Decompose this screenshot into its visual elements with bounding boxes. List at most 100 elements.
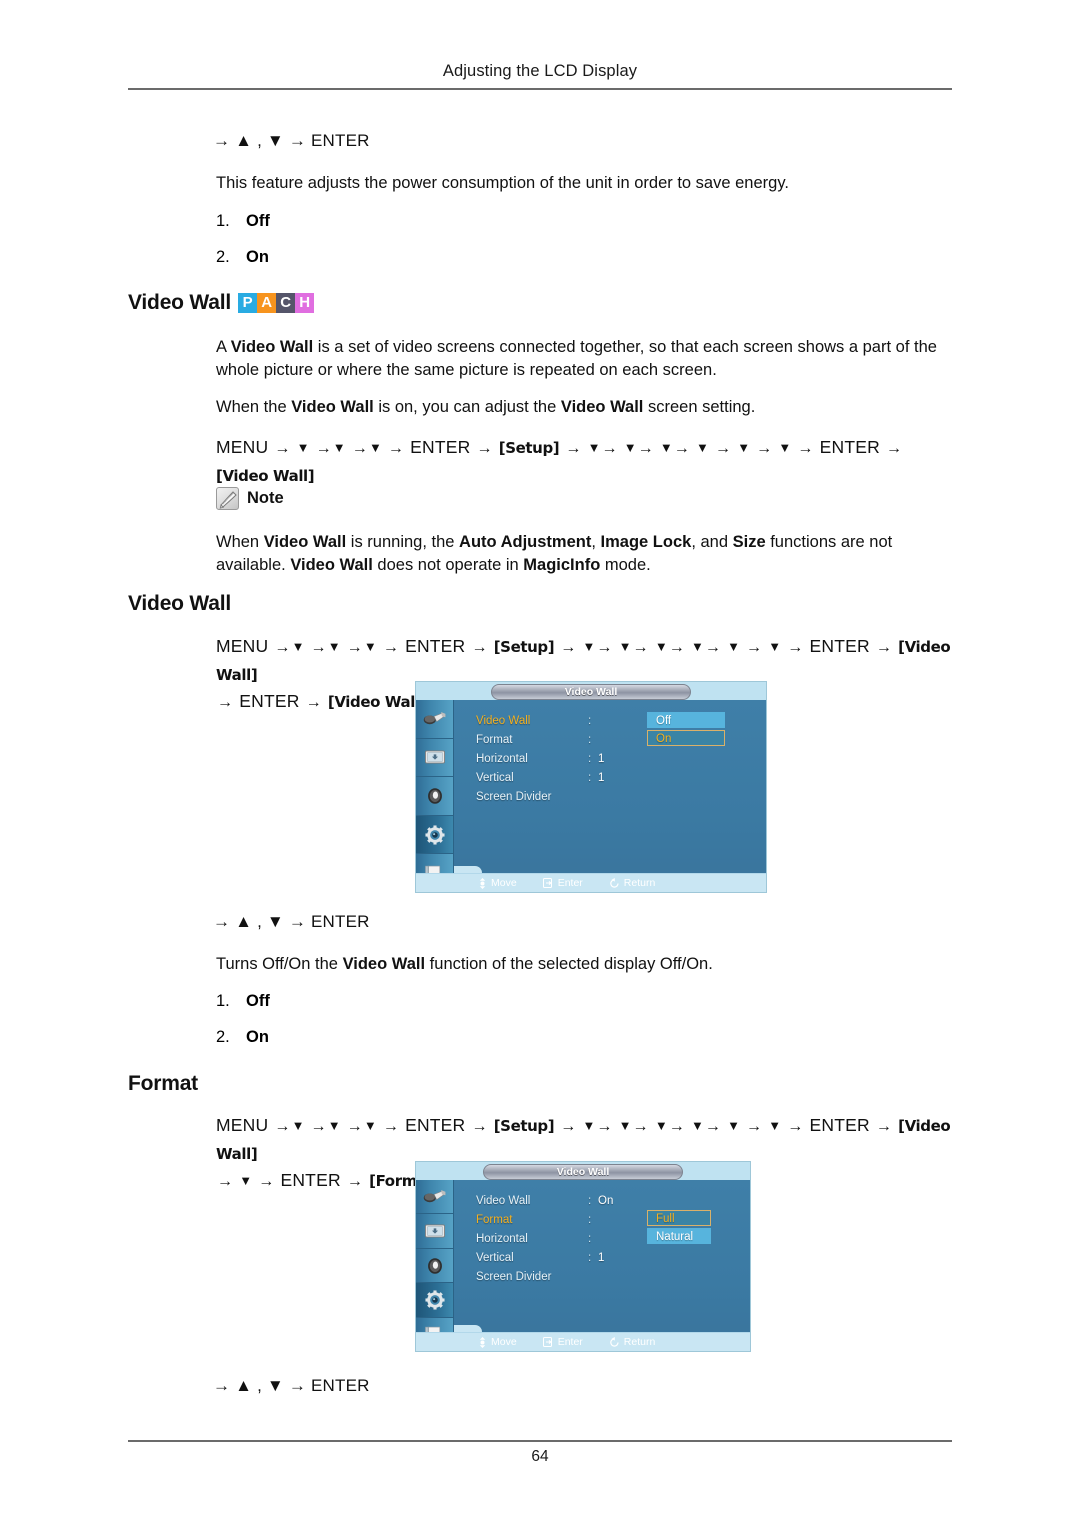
badge-h: H bbox=[295, 293, 315, 313]
osd-rail-item-screen[interactable] bbox=[416, 1214, 453, 1249]
osd-rail-item-sound[interactable] bbox=[416, 777, 453, 816]
osd-rail-item-picture[interactable] bbox=[416, 700, 453, 739]
osd-row-label: Format bbox=[476, 734, 513, 746]
header-divider bbox=[128, 88, 952, 90]
osd-row-colon: : bbox=[588, 753, 592, 765]
osd-footer-return[interactable]: Return bbox=[609, 1336, 656, 1348]
list-item-label: On bbox=[246, 248, 269, 266]
osd-sidebar bbox=[416, 1180, 454, 1351]
osd-sidebar bbox=[416, 700, 454, 892]
enter-icon bbox=[542, 878, 552, 888]
sound-icon bbox=[427, 788, 442, 804]
osd-footer-enter-label: Enter bbox=[557, 877, 583, 889]
osd-row-label: Format bbox=[476, 1214, 513, 1226]
osd-rail-item-screen[interactable] bbox=[416, 739, 453, 778]
osd-rail-item-setup[interactable] bbox=[416, 1283, 453, 1318]
heading-text: Video Wall bbox=[128, 592, 232, 615]
enter-icon bbox=[542, 1337, 552, 1347]
osd-row-colon: : bbox=[588, 1233, 592, 1245]
osd-row-value: On bbox=[598, 1195, 614, 1207]
osd-row-vertical[interactable]: Vertical : 1 bbox=[476, 1249, 742, 1267]
note-icon bbox=[216, 487, 239, 510]
manual-page: Adjusting the LCD Display → ▲ , ▼ → ENTE… bbox=[0, 0, 1080, 1527]
note-label: Note bbox=[247, 489, 284, 507]
move-icon bbox=[479, 1336, 486, 1348]
osd-footer-curve bbox=[454, 866, 482, 873]
osd-footer-return[interactable]: Return bbox=[609, 877, 656, 889]
list-item-label: Off bbox=[246, 992, 270, 1010]
osd-footer-move-label: Move bbox=[491, 1336, 517, 1348]
osd-body: Video Wall : Format : Horizontal : 1 Ver… bbox=[416, 700, 766, 892]
osd-row-label: Vertical bbox=[476, 772, 514, 784]
osd-footer-return-label: Return bbox=[623, 1336, 656, 1348]
osd-footer-move[interactable]: Move bbox=[478, 877, 517, 889]
list-item: 1. Off bbox=[216, 992, 270, 1011]
osd-footer-curve bbox=[454, 1325, 482, 1332]
osd-row-colon: : bbox=[588, 772, 592, 784]
return-icon bbox=[610, 877, 619, 888]
list-item-number: 1. bbox=[216, 212, 230, 230]
osd-row-value: 1 bbox=[598, 772, 605, 784]
osd-row-label: Screen Divider bbox=[476, 791, 552, 803]
osd-dropdown-option-off[interactable]: Off bbox=[647, 712, 725, 728]
osd-row-colon: : bbox=[588, 1214, 592, 1226]
model-badges: P A C H bbox=[238, 293, 315, 313]
badge-p: P bbox=[238, 293, 258, 313]
return-icon bbox=[610, 1336, 619, 1347]
nav-path-video-wall: MENU → ▼ →▼ →▼ → ENTER → [Setup] → ▼→ ▼→… bbox=[216, 437, 903, 485]
page-header-title: Adjusting the LCD Display bbox=[442, 62, 638, 80]
top-options-list: 1. Off 2. On bbox=[216, 212, 270, 284]
osd-row-value: 1 bbox=[598, 1252, 605, 1264]
osd-content: Video Wall : Format : Horizontal : 1 Ver… bbox=[454, 700, 766, 892]
osd-row-label: Video Wall bbox=[476, 715, 531, 727]
list-item-number: 2. bbox=[216, 1028, 230, 1046]
video-wall-sub-description: Turns Off/On the Video Wall function of … bbox=[216, 955, 713, 973]
badge-c: C bbox=[276, 293, 296, 313]
note-text: When Video Wall is running, the Auto Adj… bbox=[216, 533, 893, 574]
osd-footer-enter-label: Enter bbox=[557, 1336, 583, 1348]
osd-rail-item-sound[interactable] bbox=[416, 1249, 453, 1284]
osd-dropdown-option-natural[interactable]: Natural bbox=[647, 1228, 711, 1244]
osd-footer: Move Enter Return bbox=[416, 1332, 750, 1351]
osd-dropdown-option-full[interactable]: Full bbox=[647, 1210, 711, 1226]
osd-footer-move-label: Move bbox=[491, 877, 517, 889]
setup-gear-icon bbox=[424, 1290, 445, 1310]
list-item-number: 2. bbox=[216, 248, 230, 266]
osd-row-vertical[interactable]: Vertical : 1 bbox=[476, 769, 758, 787]
osd-footer: Move Enter Return bbox=[416, 873, 766, 892]
osd-row-horizontal[interactable]: Horizontal : 1 bbox=[476, 750, 758, 768]
section-heading-format: Format bbox=[128, 1072, 198, 1096]
osd-row-label: Horizontal bbox=[476, 1233, 528, 1245]
osd-row-label: Screen Divider bbox=[476, 1271, 552, 1283]
picture-icon bbox=[423, 711, 446, 724]
osd-row-screen-divider[interactable]: Screen Divider bbox=[476, 1268, 742, 1286]
osd-footer-enter[interactable]: Enter bbox=[542, 877, 583, 889]
osd-footer-move[interactable]: Move bbox=[478, 1336, 517, 1348]
osd-dropdown-option-on[interactable]: On bbox=[647, 730, 725, 746]
osd-rail-item-picture[interactable] bbox=[416, 1180, 453, 1215]
setup-gear-icon bbox=[424, 825, 445, 845]
osd-rail-item-setup[interactable] bbox=[416, 815, 453, 855]
list-item-label: On bbox=[246, 1028, 269, 1046]
osd-row-video-wall[interactable]: Video Wall : On bbox=[476, 1192, 742, 1210]
osd-title: Video Wall bbox=[491, 684, 691, 700]
osd-footer-return-label: Return bbox=[623, 877, 656, 889]
screen-icon bbox=[424, 750, 445, 764]
sound-icon bbox=[427, 1257, 442, 1274]
osd-content: Video Wall : On Format : Horizontal : Ve… bbox=[454, 1180, 750, 1351]
badge-a: A bbox=[257, 293, 277, 313]
osd-screenshot-video-wall: Video Wall Video Wall: Format: Horizon… bbox=[415, 681, 767, 893]
heading-text: Video Wall bbox=[128, 291, 232, 314]
top-description: This feature adjusts the power consumpti… bbox=[216, 174, 789, 192]
note-block: Note bbox=[216, 487, 284, 510]
osd-footer-enter[interactable]: Enter bbox=[542, 1336, 583, 1348]
osd-row-colon: : bbox=[588, 715, 592, 727]
list-item: 2. On bbox=[216, 248, 270, 267]
osd-row-value: 1 bbox=[598, 753, 605, 765]
osd-row-label: Horizontal bbox=[476, 753, 528, 765]
osd-row-screen-divider[interactable]: Screen Divider bbox=[476, 788, 758, 806]
osd-row-colon: : bbox=[588, 734, 592, 746]
video-wall-paragraph-1: A Video Wall is a set of video screens c… bbox=[216, 338, 937, 379]
list-item-number: 1. bbox=[216, 992, 230, 1010]
video-wall-paragraph-2: When the Video Wall is on, you can adjus… bbox=[216, 398, 756, 416]
